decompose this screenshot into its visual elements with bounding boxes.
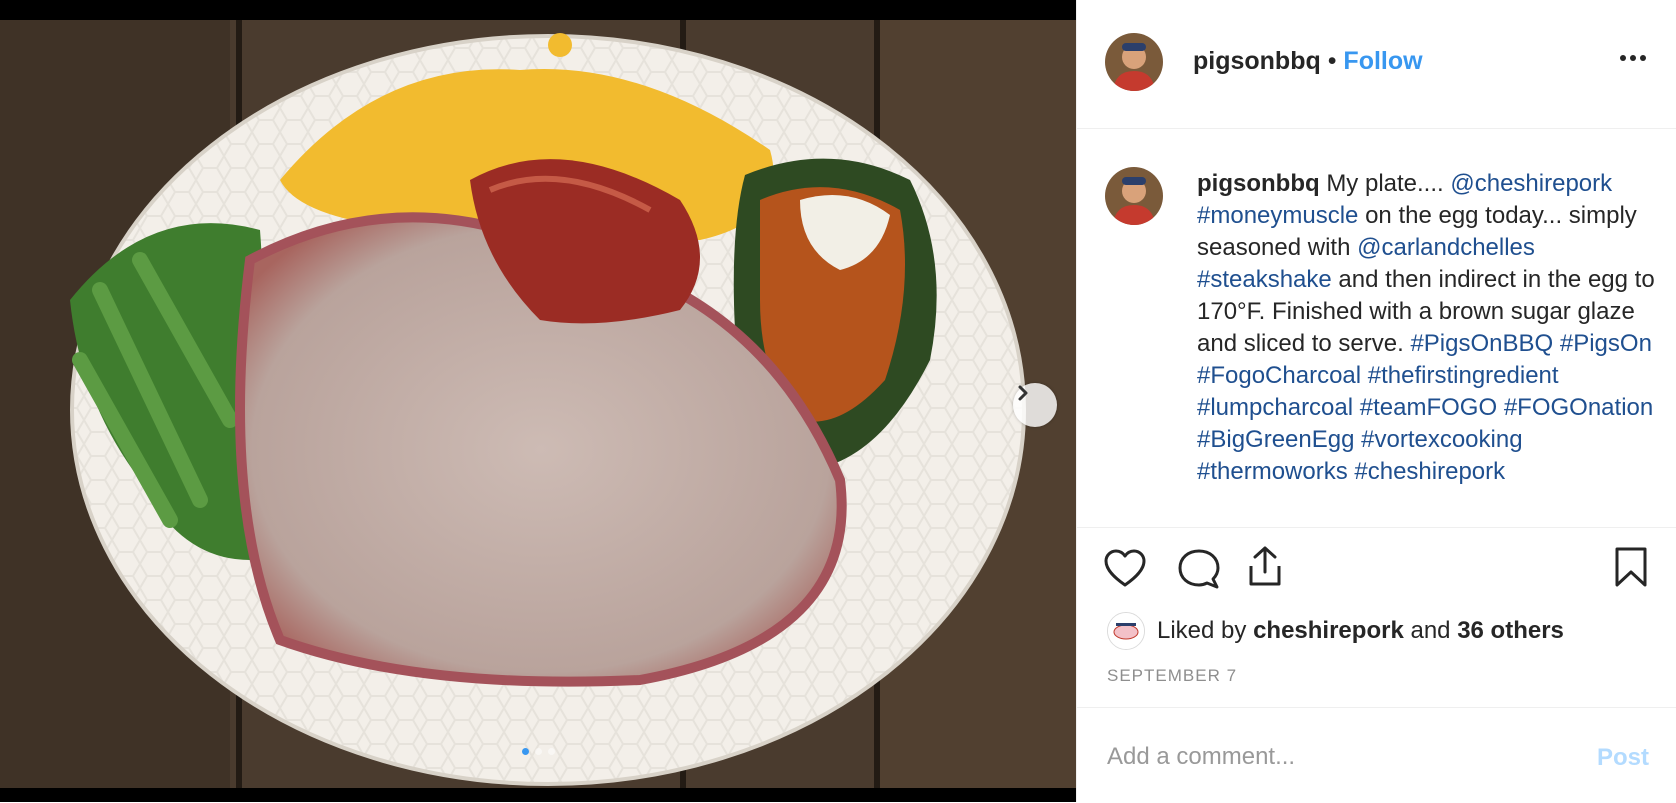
comment-button[interactable]: [1177, 548, 1221, 595]
more-horizontal-icon: [1620, 55, 1646, 61]
next-image-button[interactable]: [1013, 383, 1057, 427]
caption-avatar[interactable]: [1105, 167, 1163, 225]
share-button[interactable]: [1243, 544, 1287, 593]
caption-text-segment: [1497, 394, 1504, 421]
chevron-right-icon: [1018, 385, 1028, 401]
caption-text-segment: [1361, 362, 1368, 389]
caption-body: My plate.... @cheshirepork #moneymuscle …: [1197, 170, 1655, 485]
action-section: Liked by cheshirepork and 36 others SEPT…: [1077, 527, 1676, 708]
separator: •: [1327, 47, 1337, 75]
hashtag-link[interactable]: #FogoCharcoal: [1197, 362, 1361, 389]
comment-section: Post: [1077, 707, 1676, 803]
header-line: pigsonbbq • Follow: [1193, 47, 1423, 76]
caption-text: pigsonbbq My plate.... @cheshirepork #mo…: [1197, 168, 1663, 488]
carousel-dot: [534, 748, 542, 755]
hashtag-link[interactable]: #moneymuscle: [1197, 202, 1358, 229]
carousel-indicator: [0, 748, 1076, 755]
hashtag-link[interactable]: #thermoworks: [1197, 458, 1348, 485]
post-comment-button[interactable]: Post: [1597, 744, 1649, 772]
save-button[interactable]: [1613, 546, 1649, 593]
hashtag-link[interactable]: #lumpcharcoal: [1197, 394, 1353, 421]
comment-icon: [1178, 549, 1220, 589]
hashtag-link[interactable]: #steakshake: [1197, 266, 1332, 293]
pig-logo-icon: [1108, 613, 1144, 649]
hashtag-link[interactable]: #PigsOnBBQ: [1410, 330, 1553, 357]
caption-username[interactable]: pigsonbbq: [1197, 170, 1320, 197]
bookmark-icon: [1615, 547, 1647, 587]
more-options-button[interactable]: [1619, 50, 1647, 68]
likes-prefix: Liked by: [1157, 617, 1247, 644]
mention-link[interactable]: @carlandchelles: [1357, 234, 1535, 261]
liker-username[interactable]: cheshirepork: [1253, 617, 1404, 645]
hashtag-link[interactable]: #FOGOnation: [1504, 394, 1653, 421]
likes-others-link[interactable]: 36 others: [1457, 617, 1564, 645]
share-icon: [1249, 546, 1281, 586]
post-photo[interactable]: [0, 0, 1076, 802]
avatar-image: [1105, 33, 1163, 91]
hashtag-link[interactable]: #teamFOGO: [1360, 394, 1497, 421]
caption-text-segment: [1353, 394, 1360, 421]
comment-input[interactable]: [1105, 736, 1569, 778]
post-details-panel: pigsonbbq • Follow pigsonbbq My plate...…: [1076, 0, 1676, 802]
follow-button[interactable]: Follow: [1343, 47, 1422, 75]
hashtag-link[interactable]: #PigsOn: [1560, 330, 1652, 357]
hashtag-link[interactable]: #BigGreenEgg: [1197, 426, 1354, 453]
caption-section: pigsonbbq My plate.... @cheshirepork #mo…: [1077, 129, 1676, 527]
likes-summary: Liked by cheshirepork and 36 others: [1107, 612, 1564, 650]
avatar[interactable]: [1105, 33, 1163, 91]
like-button[interactable]: [1103, 548, 1147, 593]
hashtag-link[interactable]: #cheshirepork: [1354, 458, 1505, 485]
hashtag-link[interactable]: #thefirstingredient: [1368, 362, 1559, 389]
mention-link[interactable]: @cheshirepork: [1450, 170, 1612, 197]
food-plate-image: [0, 0, 1076, 802]
avatar-image: [1105, 167, 1163, 225]
liker-avatar[interactable]: [1107, 612, 1145, 650]
heart-icon: [1104, 549, 1146, 587]
caption-text-segment: [1553, 330, 1560, 357]
caption-text-segment: My plate....: [1326, 170, 1451, 197]
likes-middle: and: [1410, 617, 1451, 644]
carousel-dot: [547, 748, 555, 755]
hashtag-link[interactable]: #vortexcooking: [1361, 426, 1522, 453]
post-date[interactable]: SEPTEMBER 7: [1107, 666, 1237, 686]
post-header: pigsonbbq • Follow: [1077, 0, 1676, 129]
carousel-dot: [521, 748, 529, 755]
username-link[interactable]: pigsonbbq: [1193, 47, 1321, 75]
